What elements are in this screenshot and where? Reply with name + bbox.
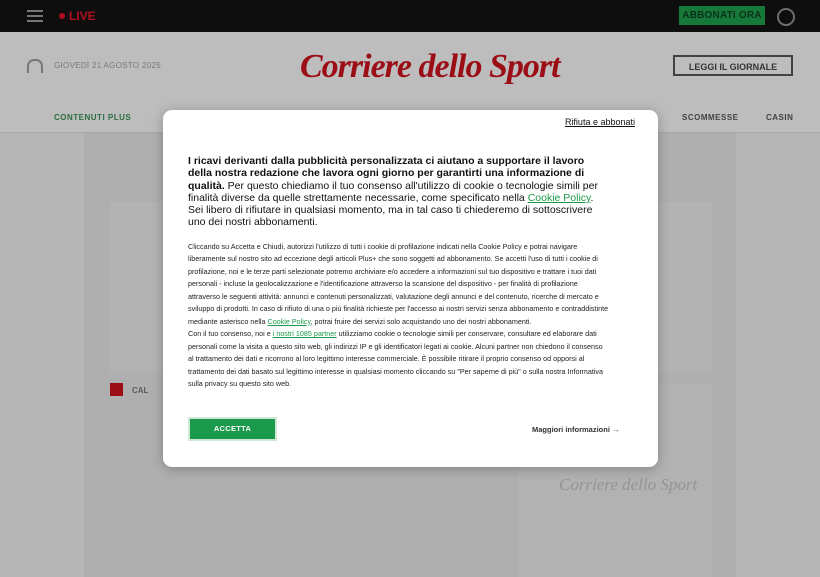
cookie-consent-modal: Rifiuta e abbonati I ricavi derivanti da… — [163, 110, 658, 467]
partners-link[interactable]: i nostri 1085 partner — [273, 329, 337, 338]
accept-button[interactable]: ACCETTA — [188, 417, 277, 441]
consent-lead-text: I ricavi derivanti dalla pubblicità pers… — [188, 155, 610, 229]
consent-detail-text: Cliccando su Accetta e Chiudi, autorizzi… — [188, 241, 610, 390]
reject-and-subscribe-link[interactable]: Rifiuta e abbonati — [565, 117, 635, 127]
cookie-policy-link[interactable]: Cookie Policy — [528, 192, 591, 204]
more-info-link[interactable]: Maggiori informazioni → — [532, 425, 620, 434]
consent-detail-part2: , potrai fruire dei servizi solo acquist… — [310, 316, 532, 326]
cookie-policy-link-2[interactable]: Cookie Policy — [268, 317, 311, 326]
consent-detail-part1: Cliccando su Accetta e Chiudi, autorizzi… — [188, 242, 609, 326]
consent-partners-part1: Con il tuo consenso, noi e — [188, 329, 273, 339]
